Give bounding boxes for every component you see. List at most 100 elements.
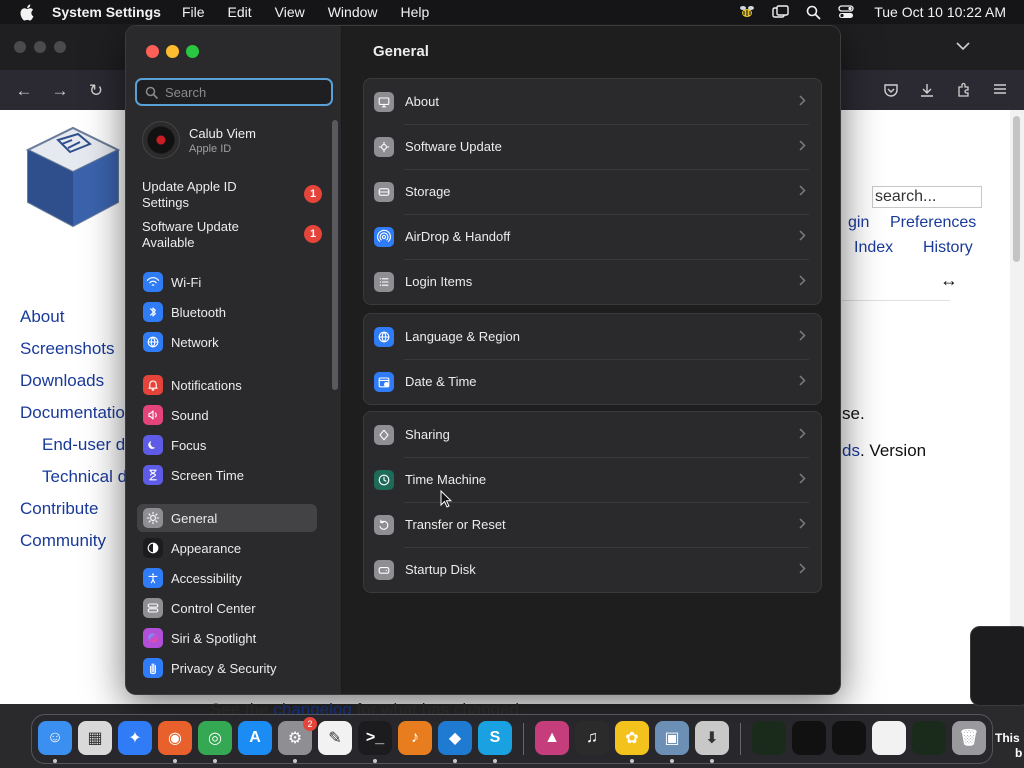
close-button[interactable] bbox=[146, 45, 159, 58]
back-arrow-icon[interactable]: ← bbox=[15, 82, 33, 100]
site-search-input[interactable]: search... bbox=[872, 186, 982, 208]
skype-icon[interactable]: S bbox=[478, 721, 512, 755]
browser-zoom-button[interactable] bbox=[54, 41, 66, 53]
bee-icon[interactable]: ✿ bbox=[615, 721, 649, 755]
settings-row-label: Login Items bbox=[405, 274, 473, 289]
notification-panel[interactable] bbox=[970, 626, 1024, 706]
sidebar-scrollbar[interactable] bbox=[332, 120, 338, 390]
pocket-icon[interactable] bbox=[882, 82, 900, 100]
window-thumb-1-icon[interactable] bbox=[752, 721, 786, 755]
nav-link-downloads[interactable]: Downloads bbox=[20, 370, 134, 402]
affinity-icon[interactable]: ▲ bbox=[535, 721, 569, 755]
trash-icon[interactable]: 🗑 bbox=[952, 721, 986, 755]
menu-view[interactable]: View bbox=[275, 4, 305, 20]
textedit-icon[interactable]: ✎ bbox=[318, 721, 352, 755]
chevron-right-icon bbox=[799, 230, 809, 242]
nav-link-technical-docs[interactable]: Technical d bbox=[20, 466, 134, 498]
garageband-icon[interactable]: ♪ bbox=[398, 721, 432, 755]
alert-software-update[interactable]: Software Update Available 1 bbox=[142, 219, 322, 251]
settings-row-about[interactable]: About bbox=[364, 79, 821, 124]
settings-row-storage[interactable]: Storage bbox=[364, 169, 821, 214]
menu-file[interactable]: File bbox=[182, 4, 205, 20]
forward-arrow-icon[interactable]: → bbox=[51, 82, 69, 100]
settings-group-1: About Software Update Storage AirDrop & Han… bbox=[363, 78, 822, 305]
document-thumb-icon[interactable] bbox=[872, 721, 906, 755]
browser-scroll-thumb[interactable] bbox=[1013, 116, 1020, 262]
firefox-icon[interactable]: ◉ bbox=[158, 721, 192, 755]
settings-row-language-region[interactable]: Language & Region bbox=[364, 314, 821, 359]
window-thumb-4-icon[interactable] bbox=[912, 721, 946, 755]
sidebar-item-bluetooth[interactable]: Bluetooth bbox=[137, 298, 317, 326]
sidebar-item-focus[interactable]: Focus bbox=[137, 431, 317, 459]
menu-window[interactable]: Window bbox=[328, 4, 378, 20]
browser-close-button[interactable] bbox=[14, 41, 26, 53]
nav-link-contribute[interactable]: Contribute bbox=[20, 498, 134, 530]
settings-row-airdrop-handoff[interactable]: AirDrop & Handoff bbox=[364, 214, 821, 259]
menu-app-name[interactable]: System Settings bbox=[52, 4, 161, 20]
control-center-icon[interactable] bbox=[838, 4, 854, 20]
piano-icon[interactable]: ♫ bbox=[575, 721, 609, 755]
launchpad-icon[interactable]: ▦ bbox=[78, 721, 112, 755]
app-store-icon[interactable]: A bbox=[238, 721, 272, 755]
alert-update-apple-id[interactable]: Update Apple ID Settings 1 bbox=[142, 179, 322, 211]
sidebar-item-accessibility[interactable]: Accessibility bbox=[137, 564, 317, 592]
browser-minimize-button[interactable] bbox=[34, 41, 46, 53]
window-thumb-2-icon[interactable] bbox=[792, 721, 826, 755]
nav-link-preferences[interactable]: Preferences bbox=[890, 214, 976, 232]
nav-link-community[interactable]: Community bbox=[20, 530, 134, 562]
safari-icon[interactable]: ✦ bbox=[118, 721, 152, 755]
reload-icon[interactable]: ↻ bbox=[87, 82, 105, 100]
menu-help[interactable]: Help bbox=[401, 4, 430, 20]
preview-glyph: ▣ bbox=[664, 730, 680, 747]
window-thumb-3-icon[interactable] bbox=[832, 721, 866, 755]
vscode-icon[interactable]: ◆ bbox=[438, 721, 472, 755]
spotlight-search-icon[interactable] bbox=[806, 4, 822, 20]
settings-row-software-update[interactable]: Software Update bbox=[364, 124, 821, 169]
nav-link-about[interactable]: About bbox=[20, 306, 134, 338]
nav-link-login[interactable]: gin bbox=[848, 214, 869, 232]
nav-link-documentation[interactable]: Documentation bbox=[20, 402, 134, 434]
screen-mirroring-icon[interactable] bbox=[772, 4, 790, 20]
settings-row-sharing[interactable]: Sharing bbox=[364, 412, 821, 457]
menu-edit[interactable]: Edit bbox=[228, 4, 252, 20]
hamburger-menu-icon[interactable] bbox=[991, 82, 1009, 100]
download-icon[interactable] bbox=[918, 82, 936, 100]
menu-bar-clock[interactable]: Tue Oct 10 10:22 AM bbox=[874, 4, 1006, 20]
settings-row-startup-disk[interactable]: Startup Disk bbox=[364, 547, 821, 592]
finder-icon[interactable]: ☺ bbox=[38, 721, 72, 755]
sidebar-item-screen-time[interactable]: Screen Time bbox=[137, 461, 317, 489]
terminal-icon[interactable]: >_ bbox=[358, 721, 392, 755]
search-input[interactable] bbox=[165, 84, 325, 100]
sidebar-item-notifications[interactable]: Notifications bbox=[137, 371, 317, 399]
zoom-button[interactable] bbox=[186, 45, 199, 58]
sidebar-item-network[interactable]: Network bbox=[137, 328, 317, 356]
settings-search-field[interactable] bbox=[135, 78, 333, 106]
tab-list-chevron-icon[interactable] bbox=[956, 38, 972, 54]
sidebar-item-general[interactable]: General bbox=[137, 504, 317, 532]
bee-status-icon[interactable] bbox=[738, 3, 756, 21]
sidebar-item-control-center[interactable]: Control Center bbox=[137, 594, 317, 622]
settings-row-login-items[interactable]: Login Items bbox=[364, 259, 821, 304]
browser-scrollbar[interactable] bbox=[1010, 110, 1024, 704]
installer-icon[interactable]: ⬇ bbox=[695, 721, 729, 755]
sidebar-item-siri-spotlight[interactable]: Siri & Spotlight bbox=[137, 624, 317, 652]
minimize-button[interactable] bbox=[166, 45, 179, 58]
apple-id-profile[interactable]: Calub Viem Apple ID bbox=[142, 120, 322, 160]
settings-row-transfer-or-reset[interactable]: Transfer or Reset bbox=[364, 502, 821, 547]
extensions-icon[interactable] bbox=[955, 82, 973, 100]
sidebar-item-sound[interactable]: Sound bbox=[137, 401, 317, 429]
preview-icon[interactable]: ▣ bbox=[655, 721, 689, 755]
alert-label: Update Apple ID Settings bbox=[142, 179, 237, 210]
nav-link-history[interactable]: History bbox=[923, 239, 973, 257]
sidebar-item-wi-fi[interactable]: Wi-Fi bbox=[137, 268, 317, 296]
nav-link-end-user-docs[interactable]: End-user d bbox=[20, 434, 134, 466]
settings-row-time-machine[interactable]: Time Machine bbox=[364, 457, 821, 502]
sidebar-item-privacy-security[interactable]: Privacy & Security bbox=[137, 654, 317, 682]
apple-menu-icon[interactable] bbox=[16, 1, 38, 23]
chrome-icon[interactable]: ◎ bbox=[198, 721, 232, 755]
sidebar-item-appearance[interactable]: Appearance bbox=[137, 534, 317, 562]
downloads-link[interactable]: ds bbox=[842, 441, 860, 460]
settings-row-date-time[interactable]: Date & Time bbox=[364, 359, 821, 404]
nav-link-screenshots[interactable]: Screenshots bbox=[20, 338, 134, 370]
nav-link-index[interactable]: Index bbox=[854, 239, 893, 257]
